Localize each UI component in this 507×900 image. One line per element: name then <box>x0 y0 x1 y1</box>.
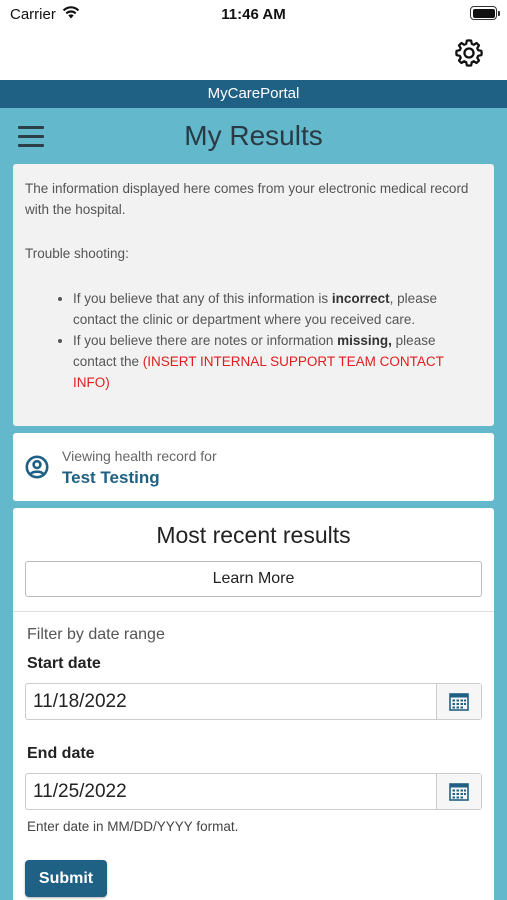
submit-button[interactable]: Submit <box>25 860 107 897</box>
start-date-group <box>25 683 482 720</box>
troubleshooting-list: If you believe that any of this informat… <box>73 288 482 393</box>
learn-more-button[interactable]: Learn More <box>25 561 482 597</box>
date-format-hint: Enter date in MM/DD/YYYY format. <box>27 819 239 834</box>
clock: 11:46 AM <box>221 6 286 23</box>
end-date-input[interactable] <box>26 774 437 809</box>
results-panel: Most recent results Learn More Filter by… <box>13 508 494 900</box>
list-item: If you believe there are notes or inform… <box>73 330 482 393</box>
patient-name: Test Testing <box>62 468 160 487</box>
troubleshooting-heading: Trouble shooting: <box>25 246 129 261</box>
status-bar: Carrier 11:46 AM <box>0 0 507 30</box>
battery-icon <box>470 6 500 20</box>
start-date-calendar-button[interactable] <box>436 684 481 719</box>
divider <box>13 611 494 612</box>
end-date-label: End date <box>27 745 95 762</box>
start-date-input[interactable] <box>26 684 437 719</box>
app-content: My Results The information displayed her… <box>0 108 507 900</box>
user-circle-icon <box>25 455 49 479</box>
filter-label: Filter by date range <box>27 626 165 643</box>
gear-icon[interactable] <box>453 37 485 69</box>
portal-banner: MyCarePortal <box>0 80 507 108</box>
list-item: If you believe that any of this informat… <box>73 288 482 330</box>
page-header: My Results <box>0 108 507 164</box>
health-record-card: Viewing health record for Test Testing <box>13 433 494 501</box>
start-date-label: Start date <box>27 655 101 672</box>
info-panel: The information displayed here comes fro… <box>13 164 494 426</box>
info-intro: The information displayed here comes fro… <box>25 181 469 217</box>
viewing-label: Viewing health record for <box>62 448 217 464</box>
calendar-icon <box>449 693 469 711</box>
end-date-group <box>25 773 482 810</box>
results-title: Most recent results <box>156 522 351 548</box>
end-date-calendar-button[interactable] <box>436 774 481 809</box>
calendar-icon <box>449 783 469 801</box>
page-title: My Results <box>184 120 323 151</box>
